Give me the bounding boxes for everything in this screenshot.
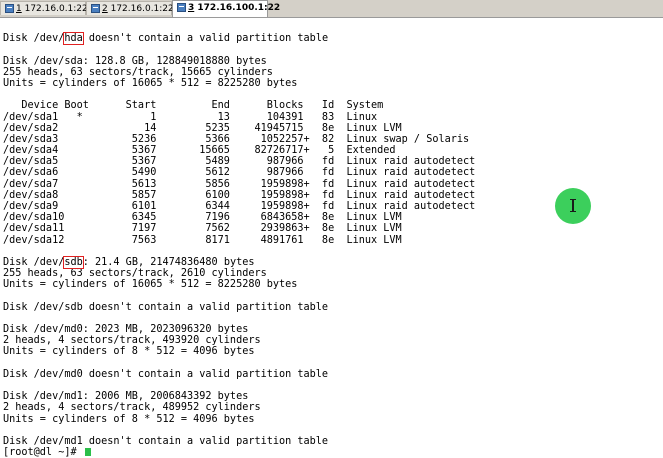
terminal-line: 2 heads, 4 sectors/track, 493920 cylinde… bbox=[3, 335, 261, 347]
terminal-line: Disk /dev/hda doesn't contain a valid pa… bbox=[3, 32, 329, 46]
tab-bar: 1 172.16.0.1:22 2 172.16.0.1:22 3 172.16… bbox=[0, 0, 663, 18]
tab-session-3-active[interactable]: 3 172.16.100.1:22 bbox=[172, 0, 280, 17]
terminal-line: /dev/sda4 5367 15665 82726717+ 5 Extende… bbox=[3, 145, 396, 157]
tab-number: 3 bbox=[188, 3, 195, 13]
terminal-line: Device Boot Start End Blocks Id System bbox=[3, 100, 384, 112]
terminal-line: /dev/sda5 5367 5489 987966 fd Linux raid… bbox=[3, 156, 476, 168]
tab-session-1[interactable]: 1 172.16.0.1:22 bbox=[0, 1, 88, 15]
terminal-line: /dev/sda12 7563 8171 4891761 8e Linux LV… bbox=[3, 234, 402, 246]
tab-number: 1 bbox=[16, 4, 22, 14]
tab-session-2[interactable]: 2 172.16.0.1:22 bbox=[86, 1, 174, 15]
terminal-line: Disk /dev/md1 doesn't contain a valid pa… bbox=[3, 435, 329, 447]
terminal-line: 255 heads, 63 sectors/track, 2610 cylind… bbox=[3, 268, 267, 280]
terminal-line: Units = cylinders of 16065 * 512 = 82252… bbox=[3, 77, 298, 89]
terminal-line: Disk /dev/sda: 128.8 GB, 128849018880 by… bbox=[3, 55, 267, 67]
terminal-cursor bbox=[84, 448, 91, 457]
terminal-line: Units = cylinders of 8 * 512 = 4096 byte… bbox=[3, 346, 255, 358]
terminal-line: Disk /dev/md0: 2023 MB, 2023096320 bytes bbox=[3, 324, 249, 336]
terminal-line: Disk /dev/md1: 2006 MB, 2006843392 bytes bbox=[3, 391, 249, 403]
terminal-line: /dev/sda2 14 5235 41945715 8e Linux LVM bbox=[3, 122, 402, 134]
tab-number: 2 bbox=[102, 4, 108, 14]
terminal-session-icon bbox=[91, 4, 100, 13]
terminal-line: Disk /dev/sdb doesn't contain a valid pa… bbox=[3, 301, 329, 313]
tab-label: 172.16.0.1:22 bbox=[110, 4, 174, 14]
terminal-line: Units = cylinders of 16065 * 512 = 82252… bbox=[3, 279, 298, 291]
highlighted-device-name: hda bbox=[63, 32, 84, 46]
terminal-output[interactable]: Disk /dev/hda doesn't contain a valid pa… bbox=[3, 22, 661, 458]
terminal-session-icon bbox=[177, 3, 186, 12]
mouse-cursor-highlight bbox=[555, 188, 591, 224]
terminal-session-icon bbox=[5, 4, 14, 13]
terminal-line: /dev/sda1 * 1 13 104391 83 Linux bbox=[3, 111, 378, 123]
terminal-line: 255 heads, 63 sectors/track, 15665 cylin… bbox=[3, 66, 273, 78]
tab-label: 172.16.100.1:22 bbox=[197, 3, 281, 13]
terminal-line: /dev/sda11 7197 7562 2939863+ 8e Linux L… bbox=[3, 223, 402, 235]
terminal-line: [root@dl ~]# bbox=[3, 447, 661, 458]
highlighted-device-name: sdb bbox=[63, 255, 84, 269]
terminal-line: Units = cylinders of 8 * 512 = 4096 byte… bbox=[3, 413, 255, 425]
tab-label: 172.16.0.1:22 bbox=[24, 4, 88, 14]
terminal-line: Disk /dev/md0 doesn't contain a valid pa… bbox=[3, 368, 329, 380]
terminal-line: Disk /dev/sdb: 21.4 GB, 21474836480 byte… bbox=[3, 255, 255, 269]
text-cursor-icon bbox=[570, 199, 576, 212]
terminal-line: /dev/sda3 5236 5366 1052257+ 82 Linux sw… bbox=[3, 133, 470, 145]
terminal-line: /dev/sda6 5490 5612 987966 fd Linux raid… bbox=[3, 167, 476, 179]
terminal-line: 2 heads, 4 sectors/track, 489952 cylinde… bbox=[3, 402, 261, 414]
terminal-line: /dev/sda7 5613 5856 1959898+ fd Linux ra… bbox=[3, 178, 476, 190]
